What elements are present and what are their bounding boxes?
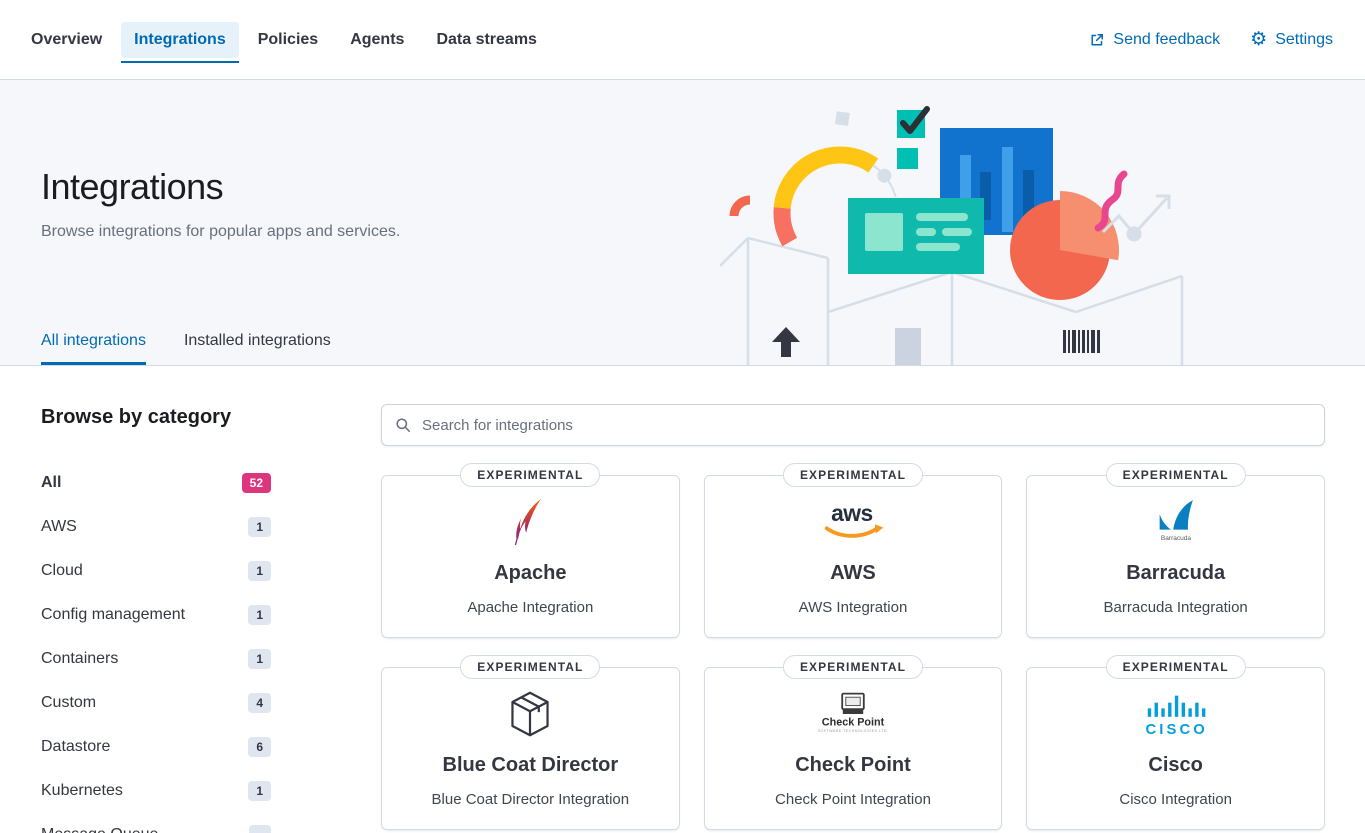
experimental-badge: EXPERIMENTAL bbox=[1106, 463, 1246, 487]
experimental-badge: EXPERIMENTAL bbox=[460, 463, 600, 487]
send-feedback-button[interactable]: Send feedback bbox=[1089, 31, 1220, 49]
nav-tab[interactable]: Data streams bbox=[423, 22, 550, 58]
search-bar bbox=[381, 404, 1325, 446]
gear-icon: ⚙ bbox=[1250, 30, 1267, 49]
view-tabs: All integrations Installed integrations bbox=[41, 332, 331, 365]
category-facet[interactable]: Custom 4 bbox=[41, 681, 271, 725]
integration-logo bbox=[705, 690, 1002, 738]
category-facet-label: Custom bbox=[41, 694, 96, 712]
category-facet[interactable]: Cloud 1 bbox=[41, 549, 271, 593]
nav-tab[interactable]: Integrations bbox=[121, 22, 239, 58]
category-count-badge: 1 bbox=[248, 517, 271, 537]
integration-title: Apache bbox=[382, 562, 679, 585]
integration-subtitle: Blue Coat Director Integration bbox=[382, 791, 679, 808]
category-facet-label: Kubernetes bbox=[41, 782, 123, 800]
integrations-illustration bbox=[720, 80, 1190, 365]
integration-title: Blue Coat Director bbox=[382, 754, 679, 777]
category-facet[interactable]: Config management 1 bbox=[41, 593, 271, 637]
category-sidebar: Browse by category All 52 AWS 1 Cloud 1 bbox=[41, 404, 341, 833]
integration-card[interactable]: EXPERIMENTAL Blue Coat Director Blue Coa… bbox=[381, 667, 680, 830]
integration-logo bbox=[1027, 690, 1324, 738]
top-nav-bar: Overview Integrations Policies Agents Da… bbox=[0, 0, 1365, 80]
nav-tabs: Overview Integrations Policies Agents Da… bbox=[18, 22, 550, 58]
category-count-badge: 6 bbox=[248, 737, 271, 757]
search-input[interactable] bbox=[422, 417, 1311, 434]
category-facet-label: Containers bbox=[41, 650, 118, 668]
category-facet[interactable]: Containers 1 bbox=[41, 637, 271, 681]
category-facet[interactable]: All 52 bbox=[41, 461, 271, 505]
category-facet[interactable]: Message Queue bbox=[41, 813, 271, 833]
integration-card[interactable]: EXPERIMENTAL Cisco Cisco Integration bbox=[1026, 667, 1325, 830]
category-facet-label: AWS bbox=[41, 518, 77, 536]
experimental-badge: EXPERIMENTAL bbox=[1106, 655, 1246, 679]
integration-subtitle: Cisco Integration bbox=[1027, 791, 1324, 808]
tab-all-integrations[interactable]: All integrations bbox=[41, 332, 146, 365]
integration-title: Check Point bbox=[705, 754, 1002, 777]
integration-card[interactable]: EXPERIMENTAL Barracuda Barracuda Integra… bbox=[1026, 475, 1325, 638]
external-link-icon bbox=[1089, 32, 1105, 48]
integration-title: Barracuda bbox=[1027, 562, 1324, 585]
sidebar-heading: Browse by category bbox=[41, 406, 341, 429]
integration-logo bbox=[382, 498, 679, 546]
nav-tab-label: Data streams bbox=[436, 31, 537, 48]
experimental-badge: EXPERIMENTAL bbox=[783, 655, 923, 679]
category-count-badge: 1 bbox=[248, 561, 271, 581]
category-facet-label: Message Queue bbox=[41, 826, 158, 833]
category-count-badge: 4 bbox=[248, 693, 271, 713]
search-icon bbox=[395, 417, 411, 433]
category-count-badge: 1 bbox=[248, 605, 271, 625]
hero-section: Integrations Browse integrations for pop… bbox=[0, 80, 1365, 366]
integration-logo bbox=[1027, 498, 1324, 546]
category-facet[interactable]: Kubernetes 1 bbox=[41, 769, 271, 813]
experimental-badge: EXPERIMENTAL bbox=[783, 463, 923, 487]
nav-tab[interactable]: Policies bbox=[245, 22, 331, 58]
integration-subtitle: Barracuda Integration bbox=[1027, 599, 1324, 616]
category-facet-label: All bbox=[41, 474, 61, 492]
nav-tab-label: Overview bbox=[31, 31, 102, 48]
category-count-badge: 52 bbox=[242, 473, 271, 493]
category-count-badge: 1 bbox=[248, 649, 271, 669]
send-feedback-label: Send feedback bbox=[1113, 31, 1220, 49]
integration-card[interactable]: EXPERIMENTAL Check Point Check Point Int… bbox=[704, 667, 1003, 830]
category-facet-label: Datastore bbox=[41, 738, 110, 756]
nav-tab[interactable]: Overview bbox=[18, 22, 115, 58]
integration-title: Cisco bbox=[1027, 754, 1324, 777]
integration-logo bbox=[382, 690, 679, 738]
integration-subtitle: Apache Integration bbox=[382, 599, 679, 616]
category-count-badge: 1 bbox=[248, 781, 271, 801]
integration-cards-grid: EXPERIMENTAL Apache Apache Integration E… bbox=[381, 475, 1325, 830]
category-facet[interactable]: AWS 1 bbox=[41, 505, 271, 549]
integration-logo bbox=[705, 498, 1002, 546]
nav-actions: Send feedback ⚙ Settings bbox=[1089, 30, 1333, 49]
integrations-main: EXPERIMENTAL Apache Apache Integration E… bbox=[381, 404, 1325, 833]
tab-installed-integrations-label: Installed integrations bbox=[184, 332, 331, 349]
content-area: Browse by category All 52 AWS 1 Cloud 1 bbox=[0, 366, 1365, 833]
nav-tab-label: Agents bbox=[350, 31, 404, 48]
tab-installed-integrations[interactable]: Installed integrations bbox=[184, 332, 331, 365]
settings-label: Settings bbox=[1275, 31, 1333, 49]
category-facet-label: Cloud bbox=[41, 562, 83, 580]
category-facet[interactable]: Datastore 6 bbox=[41, 725, 271, 769]
experimental-badge: EXPERIMENTAL bbox=[460, 655, 600, 679]
tab-all-integrations-label: All integrations bbox=[41, 332, 146, 349]
integration-card[interactable]: EXPERIMENTAL Apache Apache Integration bbox=[381, 475, 680, 638]
integration-subtitle: Check Point Integration bbox=[705, 791, 1002, 808]
category-facet-label: Config management bbox=[41, 606, 185, 624]
integration-title: AWS bbox=[705, 562, 1002, 585]
integration-card[interactable]: EXPERIMENTAL AWS AWS Integration bbox=[704, 475, 1003, 638]
nav-tab-label: Integrations bbox=[134, 31, 226, 48]
nav-tab[interactable]: Agents bbox=[337, 22, 417, 58]
integration-subtitle: AWS Integration bbox=[705, 599, 1002, 616]
category-count-badge bbox=[249, 825, 271, 833]
category-facet-list: All 52 AWS 1 Cloud 1 Config management 1 bbox=[41, 461, 341, 833]
nav-tab-label: Policies bbox=[258, 31, 318, 48]
settings-button[interactable]: ⚙ Settings bbox=[1250, 30, 1333, 49]
